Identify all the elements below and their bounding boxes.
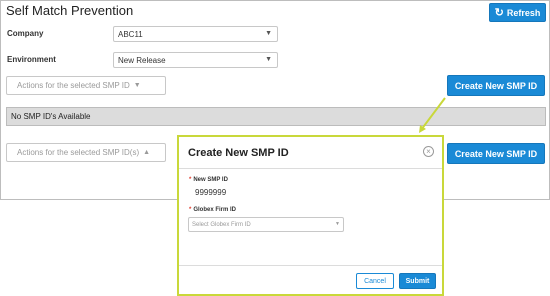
create-smp-id-modal: Create New SMP ID × * New SMP ID 9999999 … [177, 135, 444, 296]
required-asterisk: * [189, 177, 192, 183]
chevron-down-icon: ▼ [335, 221, 340, 227]
cancel-button[interactable]: Cancel [356, 273, 394, 289]
modal-footer: Cancel Submit [179, 265, 442, 294]
close-icon[interactable]: × [423, 146, 434, 157]
firm-id-select[interactable]: Select Globex Firm ID ▼ [188, 217, 344, 232]
smp-id-value: 9999999 [195, 188, 227, 197]
modal-header: Create New SMP ID × [179, 137, 442, 169]
modal-title: Create New SMP ID [188, 147, 289, 159]
smp-id-label-row: * New SMP ID [189, 177, 228, 183]
callout-line [420, 97, 446, 131]
smp-id-label: New SMP ID [193, 177, 228, 183]
firm-id-label-row: * Globex Firm ID [189, 207, 236, 213]
required-asterisk: * [189, 207, 192, 213]
submit-button[interactable]: Submit [399, 273, 436, 289]
firm-id-placeholder: Select Globex Firm ID [192, 221, 251, 228]
firm-id-label: Globex Firm ID [193, 207, 237, 213]
